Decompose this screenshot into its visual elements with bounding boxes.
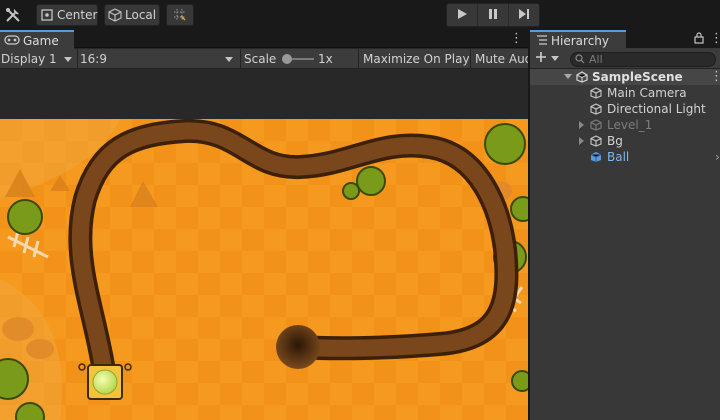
aspect-dropdown-label: 16:9 bbox=[80, 52, 107, 66]
hierarchy-item-selected[interactable]: Ball › bbox=[530, 149, 720, 165]
playmode-controls bbox=[446, 3, 540, 27]
hierarchy-item[interactable]: Bg bbox=[530, 133, 720, 149]
pivot-space-button[interactable]: Local bbox=[104, 4, 160, 26]
game-tab-strip: Game ⋮ bbox=[0, 30, 528, 49]
divider bbox=[470, 49, 471, 69]
create-button[interactable] bbox=[535, 51, 559, 66]
goal-hole bbox=[276, 325, 320, 369]
gamepad-icon bbox=[4, 34, 20, 48]
game-view-toolbar: Display 1 16:9 Scale 1x Maximize On Play… bbox=[0, 49, 528, 69]
game-viewport[interactable] bbox=[0, 119, 528, 420]
hierarchy-item-label: Ball bbox=[607, 150, 630, 164]
mute-audio-toggle[interactable]: Mute Aud bbox=[475, 49, 528, 69]
tab-game[interactable]: Game bbox=[0, 30, 74, 49]
hierarchy-item[interactable]: Level_1 bbox=[530, 117, 720, 133]
grid-snap-button[interactable] bbox=[166, 4, 194, 26]
scene-name: SampleScene bbox=[592, 70, 683, 84]
hierarchy-search-input[interactable]: All bbox=[570, 52, 716, 67]
search-placeholder: All bbox=[589, 53, 603, 66]
step-button[interactable] bbox=[509, 4, 539, 26]
play-button[interactable] bbox=[447, 4, 478, 26]
maximize-on-play-label: Maximize On Play bbox=[363, 52, 469, 66]
chevron-right-icon[interactable]: › bbox=[715, 150, 720, 164]
display-dropdown[interactable]: Display 1 bbox=[0, 49, 76, 69]
maximize-on-play-toggle[interactable]: Maximize On Play bbox=[363, 49, 469, 69]
pivot-mode-label: Center bbox=[57, 8, 98, 22]
scene-menu-icon[interactable]: ⋮ bbox=[710, 70, 720, 83]
main-toolbar: Center Local bbox=[0, 0, 720, 30]
pause-button[interactable] bbox=[478, 4, 509, 26]
hierarchy-tab-menu-icon[interactable]: ⋮ bbox=[710, 32, 720, 45]
local-space-icon bbox=[108, 7, 122, 23]
scale-slider[interactable]: Scale 1x bbox=[244, 49, 358, 69]
tools-icon[interactable] bbox=[3, 5, 23, 25]
pivot-space-label: Local bbox=[125, 8, 157, 22]
center-pivot-icon bbox=[40, 7, 54, 23]
foldout-collapsed-icon[interactable] bbox=[579, 137, 584, 145]
chevron-down-icon bbox=[225, 57, 233, 62]
game-tab-menu-icon[interactable]: ⋮ bbox=[510, 32, 523, 45]
gameobject-cube-icon bbox=[590, 87, 602, 102]
hierarchy-item[interactable]: Main Camera bbox=[530, 85, 720, 101]
divider bbox=[77, 49, 78, 69]
foldout-expanded-icon[interactable] bbox=[564, 74, 572, 79]
lock-icon[interactable] bbox=[694, 32, 704, 47]
plus-icon bbox=[535, 51, 547, 66]
tab-hierarchy-label: Hierarchy bbox=[551, 33, 610, 48]
hierarchy-item-label: Directional Light bbox=[607, 102, 706, 116]
game-panel: Game ⋮ Display 1 16:9 Scale 1x Maximize … bbox=[0, 30, 528, 420]
game-scene bbox=[0, 119, 528, 420]
hierarchy-item-label: Bg bbox=[607, 134, 623, 148]
search-icon bbox=[575, 53, 585, 67]
list-icon bbox=[536, 34, 548, 48]
scale-slider-handle[interactable] bbox=[282, 54, 292, 64]
ball[interactable] bbox=[92, 369, 118, 395]
divider bbox=[240, 49, 241, 69]
prefab-cube-icon bbox=[590, 151, 602, 166]
foldout-collapsed-icon[interactable] bbox=[579, 121, 584, 129]
pause-icon bbox=[487, 8, 499, 23]
gameobject-cube-icon bbox=[590, 135, 602, 150]
scale-label: Scale bbox=[244, 52, 277, 66]
mute-audio-label: Mute Aud bbox=[475, 52, 528, 66]
tab-hierarchy[interactable]: Hierarchy bbox=[530, 30, 626, 49]
pivot-mode-button[interactable]: Center bbox=[36, 4, 98, 26]
chevron-down-icon bbox=[64, 57, 72, 62]
gameobject-cube-icon bbox=[590, 119, 602, 134]
divider bbox=[358, 49, 359, 69]
hierarchy-panel: Hierarchy ⋮ All SampleScene ⋮ Main Camer… bbox=[530, 30, 720, 420]
hierarchy-tab-strip: Hierarchy ⋮ bbox=[530, 30, 720, 49]
hierarchy-item-label: Level_1 bbox=[607, 118, 653, 132]
scene-row[interactable]: SampleScene ⋮ bbox=[530, 69, 720, 85]
hierarchy-toolbar: All bbox=[530, 49, 720, 69]
chevron-down-icon bbox=[551, 56, 559, 61]
unity-scene-icon bbox=[576, 71, 588, 86]
hierarchy-item[interactable]: Directional Light bbox=[530, 101, 720, 117]
gameobject-cube-icon bbox=[590, 103, 602, 118]
tab-game-label: Game bbox=[23, 33, 59, 48]
hierarchy-item-label: Main Camera bbox=[607, 86, 687, 100]
scale-value: 1x bbox=[318, 52, 333, 66]
display-dropdown-label: Display 1 bbox=[1, 52, 57, 66]
step-icon bbox=[518, 8, 530, 23]
play-icon bbox=[456, 8, 468, 23]
grid-snap-icon bbox=[172, 7, 188, 23]
aspect-dropdown[interactable]: 16:9 bbox=[80, 49, 238, 69]
